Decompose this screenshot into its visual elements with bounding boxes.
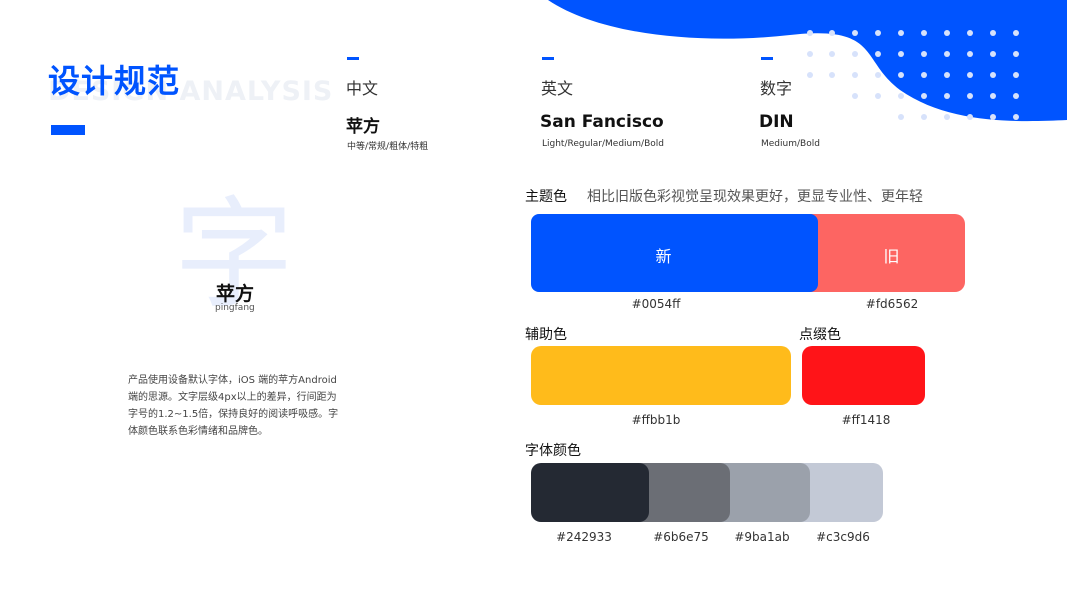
theme-old-hex: #fd6562 [865, 297, 919, 311]
decor-dot [990, 30, 996, 36]
decor-dot [944, 30, 950, 36]
font-col-weights-en: Light/Regular/Medium/Bold [542, 139, 664, 149]
decor-dot [1013, 93, 1019, 99]
decor-dot [852, 51, 858, 57]
decor-dot [829, 30, 835, 36]
font-col-heading-cn: 中文 [346, 79, 379, 98]
decor-dot [921, 114, 927, 120]
decor-dot [967, 30, 973, 36]
text-color-swatch-1 [531, 463, 649, 522]
text-color-hex-2: #6b6e75 [653, 530, 709, 544]
decor-dot [944, 72, 950, 78]
auxiliary-swatch [531, 346, 791, 405]
font-col-marker-num [761, 57, 773, 60]
sample-font-subtitle: pingfang [215, 303, 255, 313]
decor-dot [807, 72, 813, 78]
text-color-hex-1: #242933 [556, 530, 612, 544]
decor-dot [990, 51, 996, 57]
sample-font-name: 苹方 [216, 283, 255, 305]
theme-new-hex: #0054ff [631, 297, 681, 311]
font-col-name-num: DIN [759, 112, 794, 132]
decor-dot [944, 114, 950, 120]
decor-dot [852, 72, 858, 78]
decor-dot [829, 51, 835, 57]
decor-dot [1013, 30, 1019, 36]
decor-dot [921, 30, 927, 36]
text-color-hex-3: #9ba1ab [734, 530, 790, 544]
text-color-label: 字体颜色 [525, 443, 581, 459]
decor-dot [807, 30, 813, 36]
decor-dot [944, 51, 950, 57]
decor-dot [990, 72, 996, 78]
decor-dot [875, 30, 881, 36]
decor-dot [1013, 72, 1019, 78]
decor-dot [967, 72, 973, 78]
decor-dot [921, 93, 927, 99]
font-col-name-en: San Fancisco [540, 112, 664, 132]
font-col-heading-num: 数字 [760, 79, 793, 98]
decor-dot [898, 30, 904, 36]
theme-old-label: 旧 [883, 247, 900, 266]
dot-grid [807, 30, 1019, 120]
decor-dot [898, 114, 904, 120]
decor-dot [875, 72, 881, 78]
font-col-heading-en: 英文 [541, 79, 574, 98]
decor-dot [898, 51, 904, 57]
decor-dot [1013, 114, 1019, 120]
font-col-weights-num: Medium/Bold [761, 139, 820, 149]
decor-dot [990, 114, 996, 120]
decor-dot [990, 93, 996, 99]
theme-color-label: 主题色 [525, 189, 567, 205]
decor-dot [1013, 51, 1019, 57]
font-col-name-cn: 苹方 [346, 117, 380, 137]
text-color-hex-4: #c3c9d6 [816, 530, 870, 544]
decor-dot [875, 51, 881, 57]
design-spec-page: DESIGN ANALYSIS 设计规范 中文 苹方 中等/常规/粗体/特粗 英… [0, 0, 1067, 600]
auxiliary-hex: #ffbb1b [631, 413, 681, 427]
decor-dot [852, 30, 858, 36]
decor-dot [967, 51, 973, 57]
decor-dot [852, 93, 858, 99]
page-title: 设计规范 [48, 62, 181, 100]
accent-swatch [802, 346, 925, 405]
decor-dot [898, 93, 904, 99]
font-col-marker-cn [347, 57, 359, 60]
blue-wave-shape [548, 0, 1067, 122]
decor-dot [898, 72, 904, 78]
theme-new-label: 新 [655, 247, 672, 266]
decor-dot [829, 72, 835, 78]
theme-color-note: 相比旧版色彩视觉呈现效果更好，更显专业性、更年轻 [587, 189, 923, 205]
font-col-weights-cn: 中等/常规/粗体/特粗 [347, 142, 429, 152]
decor-dot [944, 93, 950, 99]
font-usage-description: 产品使用设备默认字体，iOS 端的苹方Android端的思源。文字层级4px以上… [128, 375, 339, 437]
decor-dot [921, 72, 927, 78]
decor-dot [967, 114, 973, 120]
title-underline [51, 125, 85, 135]
decor-dot [875, 93, 881, 99]
font-col-marker-en [542, 57, 554, 60]
decor-dot [967, 93, 973, 99]
accent-hex: #ff1418 [841, 413, 891, 427]
accent-color-label: 点缀色 [799, 327, 841, 343]
auxiliary-color-label: 辅助色 [525, 327, 567, 343]
decor-dot [921, 51, 927, 57]
decor-dot [807, 51, 813, 57]
